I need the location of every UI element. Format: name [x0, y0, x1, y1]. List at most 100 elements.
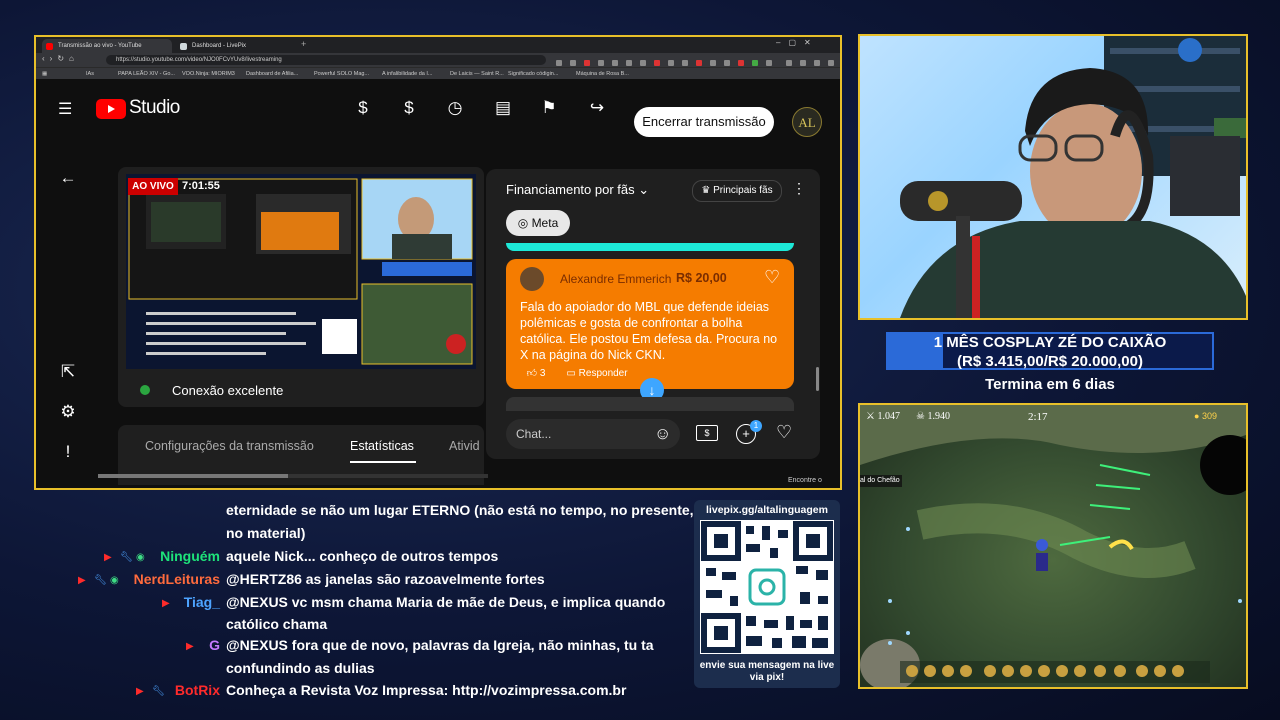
- feedback-icon[interactable]: !: [57, 441, 79, 463]
- game-stat-2: ☠ 1.940: [916, 411, 950, 422]
- livepix-favicon-icon: [180, 43, 187, 50]
- notification-badge: 1: [750, 420, 762, 432]
- top-fans-label: Principais fãs: [713, 185, 773, 196]
- chat-message-text: @HERTZ86 as janelas são razoavelmente fo…: [226, 571, 545, 587]
- goal-remaining: Termina em 6 dias: [985, 376, 1115, 393]
- target-icon: ◎: [517, 216, 532, 230]
- thumbs-up-icon: 👍︎: [526, 368, 540, 379]
- emoji-icon[interactable]: ☺: [654, 424, 671, 444]
- super-chat-card[interactable]: Alexandre Emmerich R$ 20,00 ♡ Fala do ap…: [506, 259, 794, 389]
- chat-scrollbar[interactable]: [816, 367, 819, 391]
- bookmark-icon[interactable]: ⚑: [538, 97, 560, 119]
- youtube-favicon-icon: [46, 43, 53, 50]
- studio-sidebar: ← ⇱ ⚙ !: [36, 137, 98, 488]
- nav-buttons-icon[interactable]: ‹›↻⌂: [42, 54, 79, 63]
- reply-button[interactable]: ▭ Responder: [560, 365, 634, 383]
- chat-line-header: ▶ 🔧︎ ◉ Ninguém: [100, 548, 220, 568]
- next-superchat-card: [506, 397, 794, 411]
- connection-status-icon: [140, 385, 150, 395]
- connection-status-text: Conexão excelente: [172, 383, 284, 398]
- more-options-icon[interactable]: ⋮: [792, 180, 806, 197]
- youtube-logo-icon[interactable]: [96, 99, 126, 119]
- chat-username: G: [209, 637, 220, 653]
- tab-title: Dashboard - LivePix: [192, 43, 247, 49]
- webcam-feed: [858, 34, 1248, 320]
- qr-code-icon[interactable]: [700, 520, 834, 654]
- browser-tab-youtube[interactable]: Transmissão ao vivo - YouTube: [42, 39, 172, 53]
- super-chat-icon[interactable]: $: [398, 97, 420, 119]
- stream-preview-video[interactable]: [126, 174, 476, 369]
- youtube-badge-icon: ▶: [136, 686, 144, 697]
- sword-icon: ⚔: [866, 411, 878, 422]
- chat-message-text: no material): [226, 525, 306, 541]
- game-gold: ● 309: [1194, 411, 1217, 421]
- donor-avatar: [520, 267, 544, 291]
- heart-outline-icon[interactable]: ♡: [776, 422, 792, 443]
- youtube-badge-icon: ▶: [104, 552, 112, 563]
- url-input[interactable]: https://studio.youtube.com/video/NJO0FCv…: [106, 55, 546, 65]
- avatar[interactable]: AL: [792, 107, 822, 137]
- window-controls-icon[interactable]: –▢✕: [776, 38, 819, 47]
- youtube-badge-icon: ▶: [186, 641, 194, 652]
- game-location-label: al do Chefão: [860, 477, 900, 484]
- donation-message: Fala do apoiador do MBL que defende idei…: [520, 300, 778, 362]
- goal-amount: (R$ 3.415,00/R$ 20.000,00): [957, 353, 1143, 370]
- reply-label: Responder: [578, 368, 628, 379]
- fan-funding-title[interactable]: Financiamento por fãs ⌄: [506, 182, 649, 198]
- settings-gear-icon[interactable]: ⚙: [57, 401, 79, 423]
- browser-tab-livepix[interactable]: Dashboard - LivePix: [176, 39, 296, 53]
- tab-title: Transmissão ao vivo - YouTube: [58, 43, 142, 49]
- back-arrow-icon[interactable]: ←: [57, 167, 79, 189]
- browser-window: Transmissão ao vivo - YouTube Dashboard …: [34, 35, 842, 490]
- chat-message-text: Conheça a Revista Voz Impressa: http://v…: [226, 682, 627, 698]
- donor-name: Alexandre Emmerich: [560, 272, 672, 286]
- chat-message-text: católico chama: [226, 616, 328, 632]
- top-fans-button[interactable]: ♛ Principais fãs: [692, 180, 782, 202]
- game-stat-1-value: 1.047: [877, 411, 900, 422]
- chat-line-header: ▶ 🔧︎ ◉ NerdLeituras: [76, 571, 220, 591]
- new-tab-icon[interactable]: +: [301, 39, 306, 49]
- stream-timer: 7:01:55: [182, 180, 220, 192]
- end-stream-button[interactable]: Encerrar transmissão: [634, 107, 774, 137]
- tab-activity[interactable]: Ativid: [449, 439, 480, 453]
- skull-icon: ☠: [916, 411, 928, 422]
- studio-header: ☰ Studio $ $ ◷ ▤ ⚑ ↪ Encerrar transmissã…: [36, 79, 840, 137]
- chat-message-text: confundindo as dulias: [226, 660, 375, 676]
- extension-icons[interactable]: [556, 55, 836, 66]
- game-clock: 2:17: [1028, 411, 1048, 423]
- game-stat-1: ⚔ 1.047: [866, 411, 900, 422]
- menu-icon[interactable]: ☰: [58, 99, 72, 119]
- like-button[interactable]: 👍︎ 3: [520, 365, 552, 383]
- chat-message-text: aquele Nick... conheço de outros tempos: [226, 548, 499, 564]
- address-bar-row: ‹›↻⌂ https://studio.youtube.com/video/NJ…: [36, 53, 840, 67]
- share-icon[interactable]: ↪: [586, 97, 608, 119]
- reply-icon: ▭: [566, 368, 579, 379]
- tab-statistics[interactable]: Estatísticas: [350, 439, 414, 453]
- wrench-icon: 🔧︎: [152, 686, 165, 697]
- super-chat-money-icon[interactable]: $: [696, 425, 718, 441]
- chevron-down-icon: ⌄: [638, 182, 650, 197]
- goal-chip-label: Meta: [531, 216, 559, 230]
- create-donation-icon[interactable]: $: [352, 97, 374, 119]
- livepix-url: livepix.gg/altalinguagem: [706, 504, 828, 516]
- goal-chip[interactable]: ◎ Meta: [506, 210, 570, 236]
- heart-icon[interactable]: ♡: [764, 267, 780, 288]
- like-count: 3: [539, 368, 546, 379]
- wrench-icon: 🔧︎: [120, 552, 133, 563]
- eye-icon: ◉: [110, 575, 119, 586]
- coin-icon: ●: [1194, 411, 1202, 421]
- external-link-icon[interactable]: ⇱: [57, 361, 79, 383]
- crown-icon: ♛: [701, 185, 714, 196]
- chat-username: BotRix: [174, 682, 220, 698]
- timer-icon[interactable]: ◷: [444, 97, 466, 119]
- chat-username: NerdLeituras: [133, 571, 220, 587]
- live-badge: AO VIVO: [128, 178, 178, 195]
- studio-logo-text: Studio: [129, 97, 180, 118]
- game-gold-value: 309: [1201, 411, 1217, 421]
- horizontal-scrollbar[interactable]: [98, 474, 488, 478]
- previous-superchat-card: [506, 243, 794, 251]
- active-tab-indicator: [350, 461, 416, 463]
- youtube-badge-icon: ▶: [162, 598, 170, 609]
- clapper-icon[interactable]: ▤: [492, 97, 514, 119]
- tab-stream-settings[interactable]: Configurações da transmissão: [145, 439, 314, 453]
